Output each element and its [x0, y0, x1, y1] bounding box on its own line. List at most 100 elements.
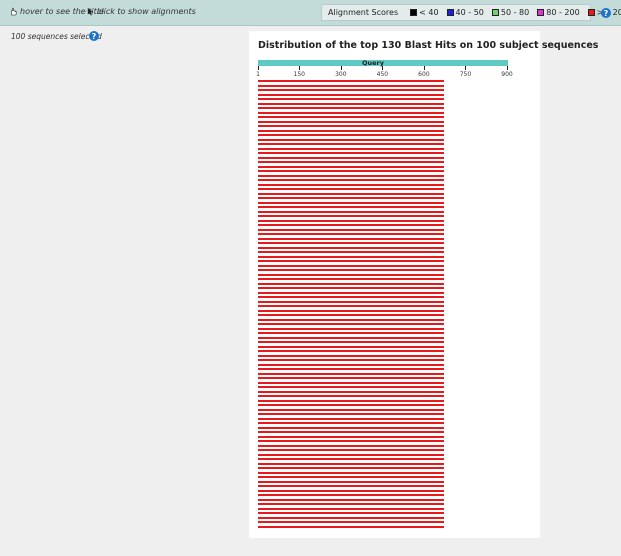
blast-hit-line[interactable]: [258, 206, 445, 208]
blast-hit-line[interactable]: [258, 341, 445, 343]
blast-hit-line[interactable]: [258, 260, 445, 262]
blast-hit-line[interactable]: [258, 210, 445, 213]
blast-hit-line[interactable]: [258, 372, 445, 375]
blast-hit-line[interactable]: [258, 449, 445, 451]
blast-hit-line[interactable]: [258, 368, 445, 370]
blast-hit-line[interactable]: [258, 323, 445, 325]
blast-hit-line[interactable]: [258, 422, 445, 424]
blast-hit-line[interactable]: [258, 120, 445, 123]
blast-hit-line[interactable]: [258, 84, 445, 87]
blast-hit-line[interactable]: [258, 269, 445, 271]
blast-hit-line[interactable]: [258, 476, 445, 478]
blast-hit-line[interactable]: [258, 219, 445, 222]
blast-hit-line[interactable]: [258, 125, 445, 127]
blast-hit-line[interactable]: [258, 462, 445, 465]
blast-hit-line[interactable]: [258, 156, 445, 159]
blast-hit-line[interactable]: [258, 165, 445, 168]
blast-hit-line[interactable]: [258, 507, 445, 510]
blast-hit-line[interactable]: [258, 440, 445, 442]
blast-hit-line[interactable]: [258, 336, 445, 339]
blast-hit-line[interactable]: [258, 264, 445, 267]
blast-hit-line[interactable]: [258, 179, 445, 181]
blast-hit-line[interactable]: [258, 516, 445, 519]
help-icon[interactable]: ?: [601, 8, 611, 18]
blast-hit-line[interactable]: [258, 480, 445, 483]
blast-hit-line[interactable]: [258, 395, 445, 397]
blast-hit-line[interactable]: [258, 287, 445, 289]
blast-hit-line[interactable]: [258, 116, 445, 118]
blast-hit-line[interactable]: [258, 237, 445, 240]
blast-hit-line[interactable]: [258, 183, 445, 186]
blast-hit-line[interactable]: [258, 318, 445, 321]
blast-hit-line[interactable]: [258, 102, 445, 105]
blast-hit-line[interactable]: [258, 345, 445, 348]
blast-hit-line[interactable]: [258, 512, 445, 514]
blast-hit-line[interactable]: [258, 408, 445, 411]
blast-hit-line[interactable]: [258, 458, 445, 460]
blast-hit-line[interactable]: [258, 386, 445, 388]
blast-hit-line[interactable]: [258, 327, 445, 330]
blast-hit-line[interactable]: [258, 485, 445, 487]
blast-hit-line[interactable]: [258, 233, 445, 235]
blast-hit-line[interactable]: [258, 399, 445, 402]
blast-hit-line[interactable]: [258, 278, 445, 280]
blast-hit-line[interactable]: [258, 201, 445, 204]
selection-help-icon[interactable]: ?: [89, 31, 99, 41]
blast-hit-line[interactable]: [258, 489, 445, 492]
blast-hit-line[interactable]: [258, 359, 445, 361]
blast-hit-line[interactable]: [258, 305, 445, 307]
blast-hit-line[interactable]: [258, 170, 445, 172]
blast-hit-line[interactable]: [258, 350, 445, 352]
blast-hit-line[interactable]: [258, 228, 445, 231]
blast-hit-line[interactable]: [258, 431, 445, 433]
blast-hit-line[interactable]: [258, 363, 445, 366]
blast-hit-line[interactable]: [258, 354, 445, 357]
blast-hit-line[interactable]: [258, 413, 445, 415]
blast-hit-line[interactable]: [258, 111, 445, 114]
blast-hit-line[interactable]: [258, 435, 445, 438]
blast-hit-line[interactable]: [258, 503, 445, 505]
blast-hit-line[interactable]: [258, 174, 445, 177]
blast-hit-line[interactable]: [258, 332, 445, 334]
blast-hit-line[interactable]: [258, 426, 445, 429]
blast-hit-line[interactable]: [258, 192, 445, 195]
blast-hit-line[interactable]: [258, 300, 445, 303]
blast-hit-line[interactable]: [258, 152, 445, 154]
blast-hit-line[interactable]: [258, 273, 445, 276]
blast-hit-line[interactable]: [258, 129, 445, 132]
blast-hit-line[interactable]: [258, 89, 445, 91]
blast-hit-line[interactable]: [258, 93, 445, 96]
blast-hit-line[interactable]: [258, 314, 445, 316]
blast-hit-line[interactable]: [258, 147, 445, 150]
blast-hit-line[interactable]: [258, 242, 445, 244]
blast-hit-line[interactable]: [258, 224, 445, 226]
blast-hit-line[interactable]: [258, 453, 445, 456]
blast-hit-line[interactable]: [258, 390, 445, 393]
blast-hit-line[interactable]: [258, 291, 445, 294]
blast-hit-line[interactable]: [258, 107, 445, 109]
blast-hit-line[interactable]: [258, 377, 445, 379]
blast-hit-line[interactable]: [258, 381, 445, 384]
blast-hit-line[interactable]: [258, 521, 445, 523]
blast-hit-line[interactable]: [258, 255, 445, 258]
blast-hit-line[interactable]: [258, 197, 445, 199]
blast-hit-line[interactable]: [258, 417, 445, 420]
blast-hit-line[interactable]: [258, 134, 445, 136]
blast-hit-line[interactable]: [258, 246, 445, 249]
blast-hit-line[interactable]: [258, 161, 445, 163]
blast-hit-line[interactable]: [258, 251, 445, 253]
blast-hit-line[interactable]: [258, 494, 445, 496]
blast-hit-line[interactable]: [258, 138, 445, 141]
blast-hit-line[interactable]: [258, 215, 445, 217]
blast-hit-line[interactable]: [258, 80, 445, 82]
blast-hit-line[interactable]: [258, 404, 445, 406]
blast-hit-line[interactable]: [258, 309, 445, 312]
blast-hit-line[interactable]: [258, 498, 445, 501]
blast-hit-line[interactable]: [258, 282, 445, 285]
blast-hit-line[interactable]: [258, 467, 445, 469]
blast-hit-line[interactable]: [258, 444, 445, 447]
blast-hit-line[interactable]: [258, 525, 445, 528]
blast-hit-line[interactable]: [258, 98, 445, 100]
blast-hit-line[interactable]: [258, 188, 445, 190]
blast-hit-line[interactable]: [258, 471, 445, 474]
